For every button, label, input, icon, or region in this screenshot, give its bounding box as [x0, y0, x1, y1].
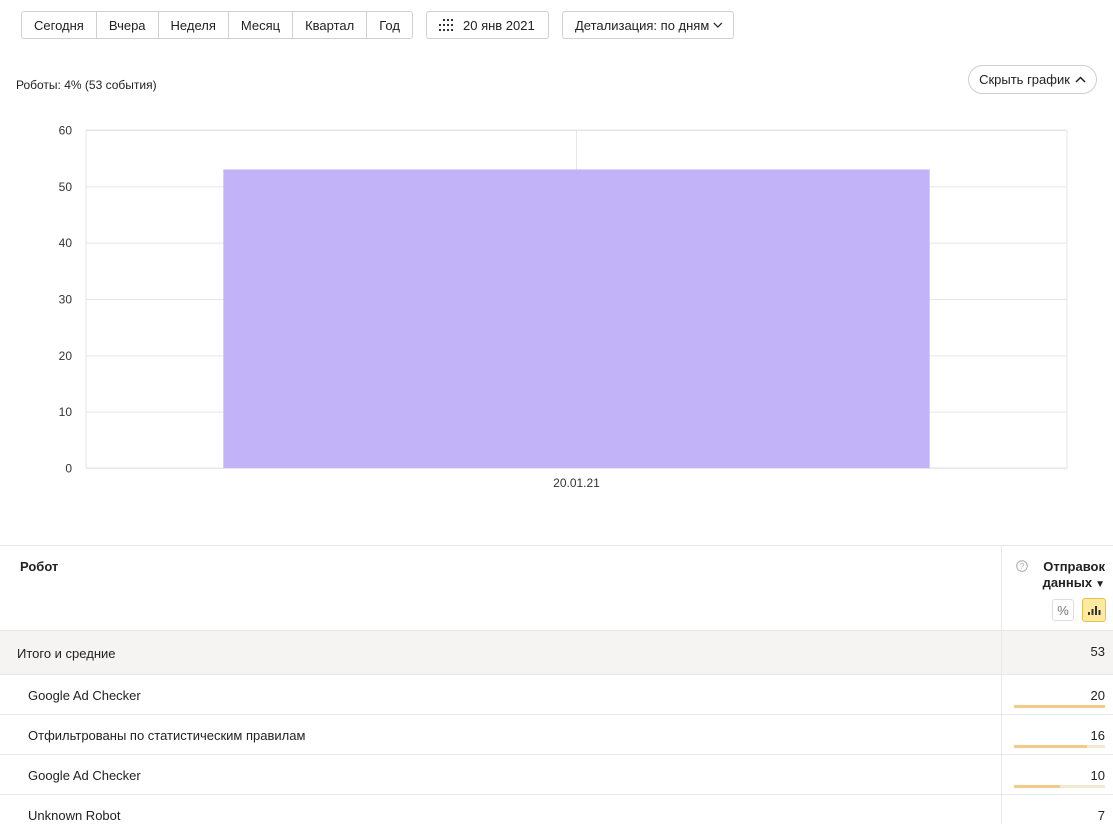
column-header-robot[interactable]: Робот: [20, 559, 58, 574]
row-name: Отфильтрованы по статистическим правилам: [28, 728, 306, 743]
bar-chart-icon: [1088, 606, 1101, 615]
table-row[interactable]: Google Ad Checker 10: [0, 755, 1113, 795]
y-tick-label: 30: [59, 293, 73, 307]
date-picker-button[interactable]: 20 янв 2021: [426, 11, 549, 39]
robots-table: Робот ? Отправок данных ▼ % Итого и средн…: [0, 545, 1113, 824]
y-tick-label: 10: [59, 405, 73, 419]
share-bar-fill: [1014, 705, 1105, 708]
detail-label: Детализация: по дням: [575, 17, 710, 33]
y-tick-label: 60: [59, 124, 73, 138]
metric-cell: 16: [1001, 715, 1113, 754]
period-year-button[interactable]: Год: [367, 12, 412, 38]
period-week-button[interactable]: Неделя: [158, 12, 229, 38]
percent-toggle-button[interactable]: %: [1052, 599, 1074, 621]
sort-desc-icon: ▼: [1095, 579, 1105, 590]
y-tick-label: 0: [65, 462, 72, 476]
date-label: 20 янв 2021: [463, 17, 535, 33]
metric-cell: 53: [1001, 631, 1113, 674]
calendar-icon: [439, 19, 453, 31]
table-header: Робот ? Отправок данных ▼ %: [0, 546, 1113, 631]
y-tick-label: 50: [59, 180, 73, 194]
period-today-button[interactable]: Сегодня: [22, 12, 97, 38]
share-bar: [1014, 745, 1105, 748]
chevron-down-icon: [713, 22, 723, 28]
row-value: 7: [1097, 808, 1105, 823]
share-bar-fill: [1014, 745, 1087, 748]
chevron-up-icon: [1075, 76, 1086, 83]
hide-chart-label: Скрыть график: [979, 72, 1070, 87]
row-name: Google Ad Checker: [28, 768, 141, 783]
share-bar-fill: [1014, 785, 1060, 788]
hide-chart-button[interactable]: Скрыть график: [968, 65, 1097, 94]
metric-cell: 7: [1001, 795, 1113, 824]
period-toolbar: Сегодня Вчера Неделя Месяц Квартал Год: [21, 11, 413, 39]
column-header-metric-cell: ? Отправок данных ▼ %: [1001, 546, 1113, 631]
detail-dropdown[interactable]: Детализация: по дням: [562, 11, 734, 39]
bar: [223, 169, 930, 468]
bars-toggle-button[interactable]: [1082, 598, 1106, 622]
x-tick-label: 20.01.21: [553, 476, 600, 490]
row-value: 53: [1090, 644, 1105, 659]
row-value: 10: [1090, 768, 1105, 783]
table-row[interactable]: Отфильтрованы по статистическим правилам…: [0, 715, 1113, 755]
row-name: Unknown Robot: [28, 808, 121, 823]
metric-cell: 20: [1001, 675, 1113, 714]
y-tick-label: 40: [59, 236, 73, 250]
share-bar: [1014, 705, 1105, 708]
robots-summary: Роботы: 4% (53 события): [16, 78, 157, 92]
row-value: 20: [1090, 688, 1105, 703]
metric-cell: 10: [1001, 755, 1113, 794]
column-header-metric[interactable]: Отправок данных ▼: [1005, 559, 1105, 593]
share-bar: [1014, 785, 1105, 788]
period-yesterday-button[interactable]: Вчера: [96, 12, 159, 38]
period-month-button[interactable]: Месяц: [228, 12, 294, 38]
row-name: Google Ad Checker: [28, 688, 141, 703]
bar-chart: 0 10 20 30 40 50 60 20.01.21: [59, 124, 1068, 490]
table-row[interactable]: Google Ad Checker 20: [0, 675, 1113, 715]
period-quarter-button[interactable]: Квартал: [293, 12, 368, 38]
table-row[interactable]: Unknown Robot 7: [0, 795, 1113, 824]
row-value: 16: [1090, 728, 1105, 743]
table-row-total[interactable]: Итого и средние 53: [0, 631, 1113, 675]
row-name: Итого и средние: [17, 646, 116, 661]
y-tick-label: 20: [59, 349, 73, 363]
period-selector: Сегодня Вчера Неделя Месяц Квартал Год: [21, 11, 413, 39]
